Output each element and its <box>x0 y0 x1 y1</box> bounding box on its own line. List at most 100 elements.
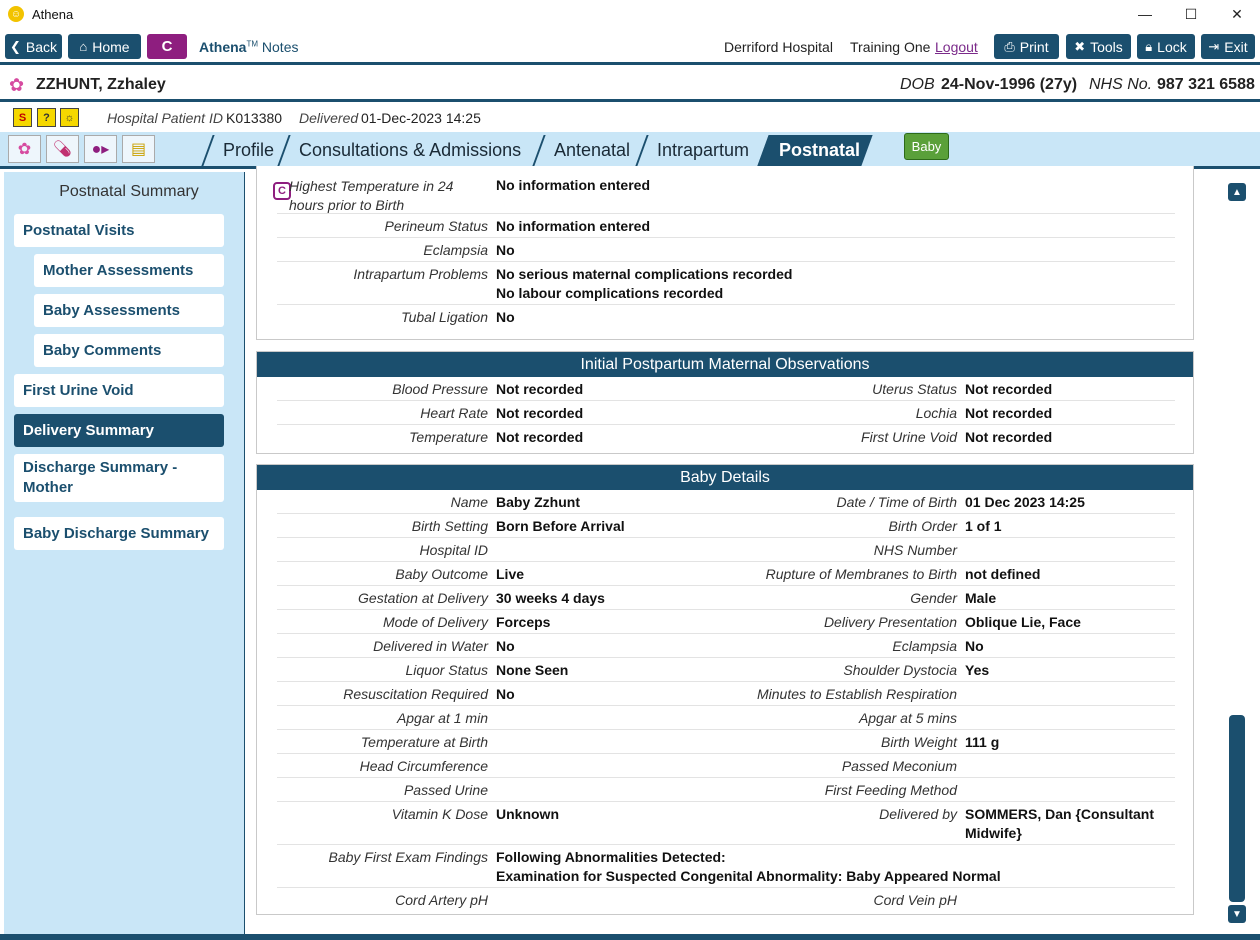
field-label: Minutes to Establish Respiration <box>757 686 957 702</box>
field-label: Delivery Presentation <box>823 614 957 630</box>
field-value: Not recorded <box>965 429 1053 445</box>
lock-label: Lock <box>1157 38 1187 55</box>
baby-details-panel: Baby Details Name Baby Zzhunt Date / Time … <box>256 464 1194 915</box>
delivery-summary-content: C Highest Temperature in 24 hours prior … <box>244 166 1256 934</box>
maximize-button[interactable]: ☐ <box>1168 0 1214 28</box>
field-value: No <box>496 242 515 258</box>
tab-postnatal[interactable]: Postnatal <box>757 135 873 166</box>
window-title: Athena <box>32 6 74 22</box>
home-button[interactable]: ⌂ Home <box>68 34 141 59</box>
detail-row: Tubal Ligation No <box>277 305 1175 329</box>
field-value: Live <box>496 566 525 582</box>
maternal-observations-title: Initial Postpartum Maternal Observations <box>257 352 1193 377</box>
field-label: Eclampsia <box>423 242 488 258</box>
field-value: No <box>496 686 515 702</box>
app-name: AthenaTM Notes <box>199 39 298 55</box>
observation-row: Blood Pressure Not recorded Uterus Status N… <box>277 377 1175 401</box>
maternal-observations-panel: Initial Postpartum Maternal Observations… <box>256 351 1194 454</box>
logout-link[interactable]: Logout <box>935 39 978 55</box>
tab-antenatal[interactable]: Antenatal <box>532 135 648 166</box>
c-alert-badge[interactable]: C <box>147 34 187 59</box>
sidebar-item-baby-comments[interactable]: Baby Comments <box>34 334 224 367</box>
field-label: Apgar at 5 mins <box>858 710 957 726</box>
user-name: Training One <box>850 39 931 55</box>
field-label: Intrapartum Problems <box>353 266 488 282</box>
sidebar-item-first-urine-void[interactable]: First Urine Void <box>14 374 224 407</box>
field-label: Shoulder Dystocia <box>843 662 957 678</box>
exit-button[interactable]: ⇥ Exit <box>1201 34 1255 59</box>
detail-row: Intrapartum Problems No serious maternal… <box>277 262 1175 305</box>
field-value: Examination for Suspected Congenital Abn… <box>496 868 1001 884</box>
flower-tool-icon[interactable]: ✿ <box>8 135 41 163</box>
scroll-up-button[interactable]: ▲ <box>1228 183 1246 201</box>
baby-detail-row: Resuscitation Required No Minutes to Estab… <box>277 682 1175 706</box>
field-value: 01 Dec 2023 14:25 <box>965 494 1085 510</box>
field-label: Passed Urine <box>403 782 488 798</box>
dob-label: DOB <box>900 76 935 93</box>
medication-icon[interactable]: 💊︎ <box>46 135 79 163</box>
baby-detail-row: Head Circumference Passed Meconium <box>277 754 1175 778</box>
home-icon: ⌂ <box>79 39 88 54</box>
field-value: No information entered <box>496 218 651 234</box>
baby-button[interactable]: Baby <box>904 133 949 160</box>
detail-row: Eclampsia No <box>277 238 1175 262</box>
safeguarding-alert-icon[interactable]: S <box>13 108 32 127</box>
back-button[interactable]: ❮ Back <box>5 34 62 59</box>
sidebar-item-postnatal-visits[interactable]: Postnatal Visits <box>14 214 224 247</box>
baby-detail-row: Apgar at 1 min Apgar at 5 mins <box>277 706 1175 730</box>
field-value: 111 g <box>965 734 1000 750</box>
baby-detail-row: Baby First Exam Findings Following Abnorm… <box>277 845 1175 888</box>
field-label: Baby Outcome <box>395 566 488 582</box>
field-value: Oblique Lie, Face <box>965 614 1081 630</box>
people-icon[interactable]: ●▸ <box>84 135 117 163</box>
exit-icon: ⇥ <box>1208 38 1220 54</box>
dob-value: 24-Nov-1996 (27y) <box>941 76 1078 93</box>
tab-profile-label: Profile <box>223 140 275 160</box>
sidebar-item-discharge-summary-mother[interactable]: Discharge Summary - Mother <box>14 454 224 502</box>
tab-consultations-label: Consultations & Admissions <box>299 140 522 160</box>
question-alert-icon[interactable]: ? <box>37 108 56 127</box>
baby-detail-row: Liquor Status None Seen Shoulder Dystocia Y… <box>277 658 1175 682</box>
baby-detail-row: Birth Setting Born Before Arrival Birth Or… <box>277 514 1175 538</box>
field-value: not defined <box>965 566 1041 582</box>
sidebar-item-mother-assessments[interactable]: Mother Assessments <box>34 254 224 287</box>
nhs-label: NHS No. <box>1089 76 1153 93</box>
field-value: Not recorded <box>496 381 584 397</box>
field-label: Apgar at 1 min <box>396 710 488 726</box>
sidebar-item-baby-assessments[interactable]: Baby Assessments <box>34 294 224 327</box>
sun-alert-icon[interactable]: ☼ <box>60 108 79 127</box>
field-label: First Urine Void <box>861 429 957 445</box>
scrollbar-thumb[interactable] <box>1229 715 1245 902</box>
baby-detail-row: Delivered in Water No Eclampsia No <box>277 634 1175 658</box>
app-name-bold: Athena <box>199 39 247 55</box>
field-value: Following Abnormalities Detected: <box>496 849 726 865</box>
delivered-value: 01-Dec-2023 14:25 <box>361 110 481 126</box>
sidebar-item-baby-discharge-summary[interactable]: Baby Discharge Summary <box>14 517 224 550</box>
notes-icon[interactable]: ▤ <box>122 135 155 163</box>
tab-antenatal-label: Antenatal <box>554 140 631 160</box>
field-label: NHS Number <box>873 542 957 558</box>
close-window-button[interactable]: ✕ <box>1214 0 1260 28</box>
lock-button[interactable]: 🔒︎ Lock <box>1137 34 1195 59</box>
tools-button[interactable]: ✖ Tools <box>1066 34 1131 59</box>
field-label: Birth Setting <box>411 518 488 534</box>
baby-detail-row: Hospital ID NHS Number <box>277 538 1175 562</box>
field-value: Midwife} <box>965 825 1022 841</box>
tab-intrapartum[interactable]: Intrapartum <box>635 135 770 166</box>
vertical-scrollbar[interactable]: ▲ ▼ <box>1227 180 1247 924</box>
tab-profile[interactable]: Profile <box>201 135 290 166</box>
field-value: No information entered <box>496 177 651 193</box>
baby-detail-row: Mode of Delivery Forceps Delivery Presenta… <box>277 610 1175 634</box>
field-label: Cord Artery pH <box>395 892 488 908</box>
tab-consultations[interactable]: Consultations & Admissions <box>277 135 544 166</box>
field-label: Liquor Status <box>405 662 489 678</box>
sidebar-item-delivery-summary[interactable]: Delivery Summary <box>14 414 224 447</box>
field-label: Birth Weight <box>881 734 957 750</box>
back-label: Back <box>25 38 58 55</box>
minimize-button[interactable]: — <box>1122 0 1168 28</box>
field-value: Baby Zzhunt <box>496 494 580 510</box>
scroll-down-button[interactable]: ▼ <box>1228 905 1246 923</box>
field-value: No serious maternal complications record… <box>496 266 793 282</box>
patient-name: ZZHUNT, Zzhaley <box>36 76 166 93</box>
print-button[interactable]: ⎙ Print <box>994 34 1059 59</box>
